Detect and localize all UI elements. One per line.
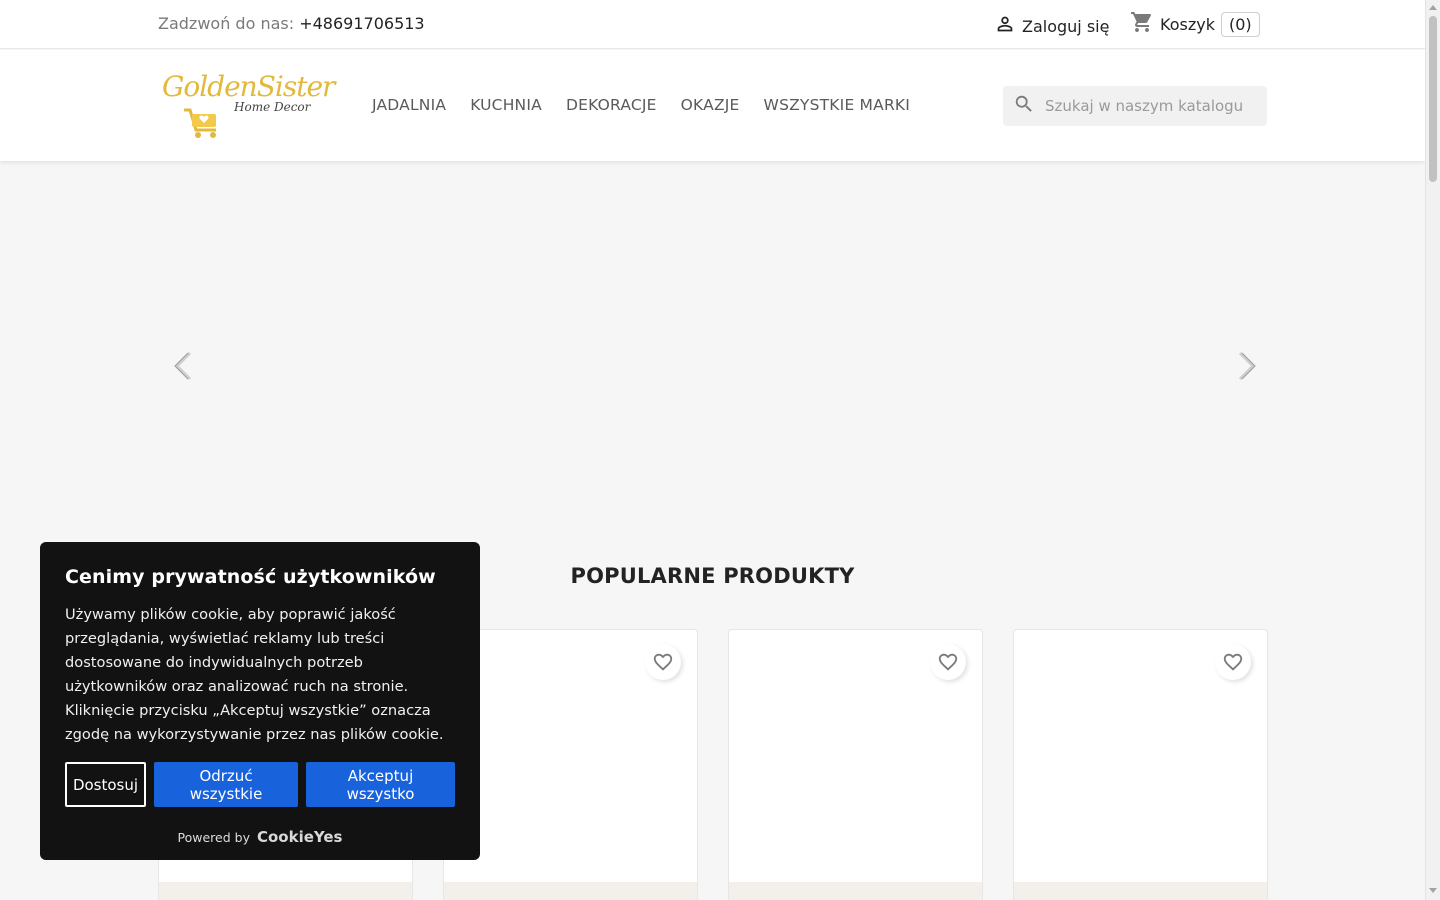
user-icon: [994, 13, 1016, 39]
phone-number[interactable]: +48691706513: [299, 14, 424, 33]
product-card-footer: [1014, 882, 1267, 900]
main-header: GoldenSister Home Decor JADALNIA KUCHNIA…: [0, 50, 1425, 161]
chevron-right-icon[interactable]: [1236, 351, 1258, 385]
powered-by: Powered by CookieYes: [40, 828, 480, 846]
search-input[interactable]: [1045, 97, 1255, 115]
cookieyes-logo[interactable]: CookieYes: [257, 828, 343, 846]
top-bar: Zadzwoń do nas: +48691706513 Zaloguj się…: [0, 0, 1425, 49]
cart-icon: [1130, 10, 1154, 38]
cart-count: (0): [1220, 11, 1260, 37]
scroll-down-arrow-icon[interactable]: [1429, 888, 1437, 893]
nav-item-jadalnia[interactable]: JADALNIA: [372, 96, 446, 114]
nav-item-dekoracje[interactable]: DEKORACJE: [566, 96, 657, 114]
favorite-heart-icon[interactable]: [1215, 644, 1251, 680]
cookie-title: Cenimy prywatność użytkowników: [65, 566, 436, 588]
product-card[interactable]: [728, 629, 983, 900]
customize-button[interactable]: Dostosuj: [65, 762, 146, 807]
logo-cart-icon: [182, 106, 222, 144]
cookie-buttons: Dostosuj Odrzuć wszystkie Akceptuj wszys…: [65, 762, 455, 807]
product-card[interactable]: [443, 629, 698, 900]
scroll-thumb[interactable]: [1429, 16, 1437, 182]
reject-all-button[interactable]: Odrzuć wszystkie: [154, 762, 298, 807]
call-label: Zadzwoń do nas:: [158, 14, 295, 33]
login-link[interactable]: Zaloguj się: [994, 13, 1109, 39]
chevron-left-icon[interactable]: [172, 351, 194, 385]
product-card-footer: [729, 882, 982, 900]
call-us: Zadzwoń do nas: +48691706513: [158, 14, 425, 33]
search-icon[interactable]: [1013, 93, 1035, 119]
product-card[interactable]: [1013, 629, 1268, 900]
site-logo[interactable]: GoldenSister Home Decor: [162, 68, 335, 140]
login-label: Zaloguj się: [1022, 16, 1110, 36]
product-card-footer: [444, 882, 697, 900]
main-nav: JADALNIA KUCHNIA DEKORACJE OKAZJE WSZYST…: [372, 96, 910, 114]
product-card-footer: [159, 882, 412, 900]
cart-link[interactable]: Koszyk (0): [1130, 10, 1260, 38]
logo-subtitle: Home Decor: [234, 100, 311, 114]
nav-item-kuchnia[interactable]: KUCHNIA: [470, 96, 542, 114]
search-box: [1003, 86, 1267, 126]
cookie-text: Używamy plików cookie, aby poprawić jako…: [65, 606, 444, 743]
powered-label: Powered by: [177, 830, 250, 845]
scroll-up-arrow-icon[interactable]: [1429, 5, 1437, 10]
nav-item-okazje[interactable]: OKAZJE: [681, 96, 740, 114]
nav-item-wszystkie-marki[interactable]: WSZYSTKIE MARKI: [764, 96, 911, 114]
accept-all-button[interactable]: Akceptuj wszystko: [306, 762, 455, 807]
favorite-heart-icon[interactable]: [930, 644, 966, 680]
cart-label: Koszyk: [1160, 14, 1215, 34]
cookie-consent-banner: Cenimy prywatność użytkowników Używamy p…: [40, 542, 480, 860]
favorite-heart-icon[interactable]: [645, 644, 681, 680]
page-scrollbar[interactable]: [1425, 0, 1440, 900]
logo-text: GoldenSister: [162, 70, 335, 103]
hero-carousel: [158, 161, 1268, 521]
